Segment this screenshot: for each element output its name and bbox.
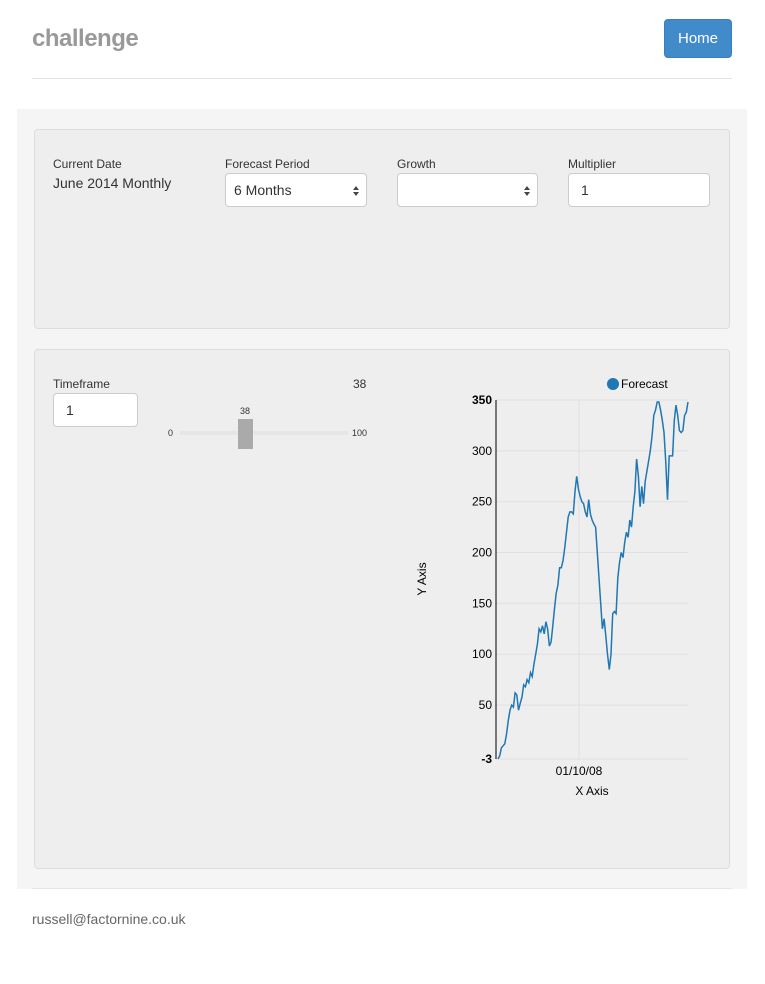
- current-date-value: June 2014 Monthly: [53, 175, 172, 191]
- forecast-period-value: 6 Months: [234, 182, 292, 198]
- legend-label: Forecast: [621, 377, 668, 391]
- y-tick-label: 50: [479, 698, 493, 712]
- growth-select[interactable]: [397, 173, 538, 207]
- forecast-chart: -3 50 100 150 200 250 300 350 01/10/08 X Axis Y Ax…: [415, 377, 689, 798]
- legend-marker: [607, 378, 619, 390]
- x-axis-label: X Axis: [575, 784, 608, 798]
- select-arrows-icon: [353, 186, 359, 196]
- slider-max-label: 100: [352, 428, 368, 438]
- home-button[interactable]: Home: [664, 19, 732, 58]
- multiplier-input[interactable]: 1: [568, 173, 710, 207]
- select-arrows-icon: [524, 186, 530, 196]
- slider-value-label: 38: [240, 406, 251, 416]
- growth-label: Growth: [397, 157, 436, 171]
- timeframe-display-value: 38: [353, 377, 367, 391]
- forecast-period-label: Forecast Period: [225, 157, 310, 171]
- timeframe-slider-handle[interactable]: [238, 419, 253, 449]
- y-tick-label: 250: [472, 495, 492, 509]
- y-tick-label: 200: [472, 546, 492, 560]
- x-tick-label: 01/10/08: [556, 764, 603, 778]
- timeframe-label: Timeframe: [53, 377, 110, 391]
- y-tick-label: -3: [481, 752, 492, 766]
- current-date-label: Current Date: [53, 157, 122, 171]
- y-axis-label: Y Axis: [415, 562, 429, 595]
- header-divider: [32, 78, 732, 79]
- y-tick-label: 100: [472, 647, 492, 661]
- settings-panel: [34, 129, 730, 329]
- timeframe-slider-track[interactable]: [180, 431, 348, 435]
- slider-min-label: 0: [168, 428, 174, 438]
- footer-email: russell@factornine.co.uk: [32, 911, 186, 927]
- y-tick-label: 300: [472, 444, 492, 458]
- y-tick-label: 350: [472, 393, 492, 407]
- footer-divider: [32, 888, 732, 889]
- timeframe-input[interactable]: 1: [53, 393, 138, 427]
- multiplier-label: Multiplier: [568, 157, 617, 171]
- y-tick-label: 150: [472, 596, 492, 610]
- forecast-period-select[interactable]: 6 Months: [225, 173, 367, 207]
- brand-title: challenge: [32, 25, 139, 52]
